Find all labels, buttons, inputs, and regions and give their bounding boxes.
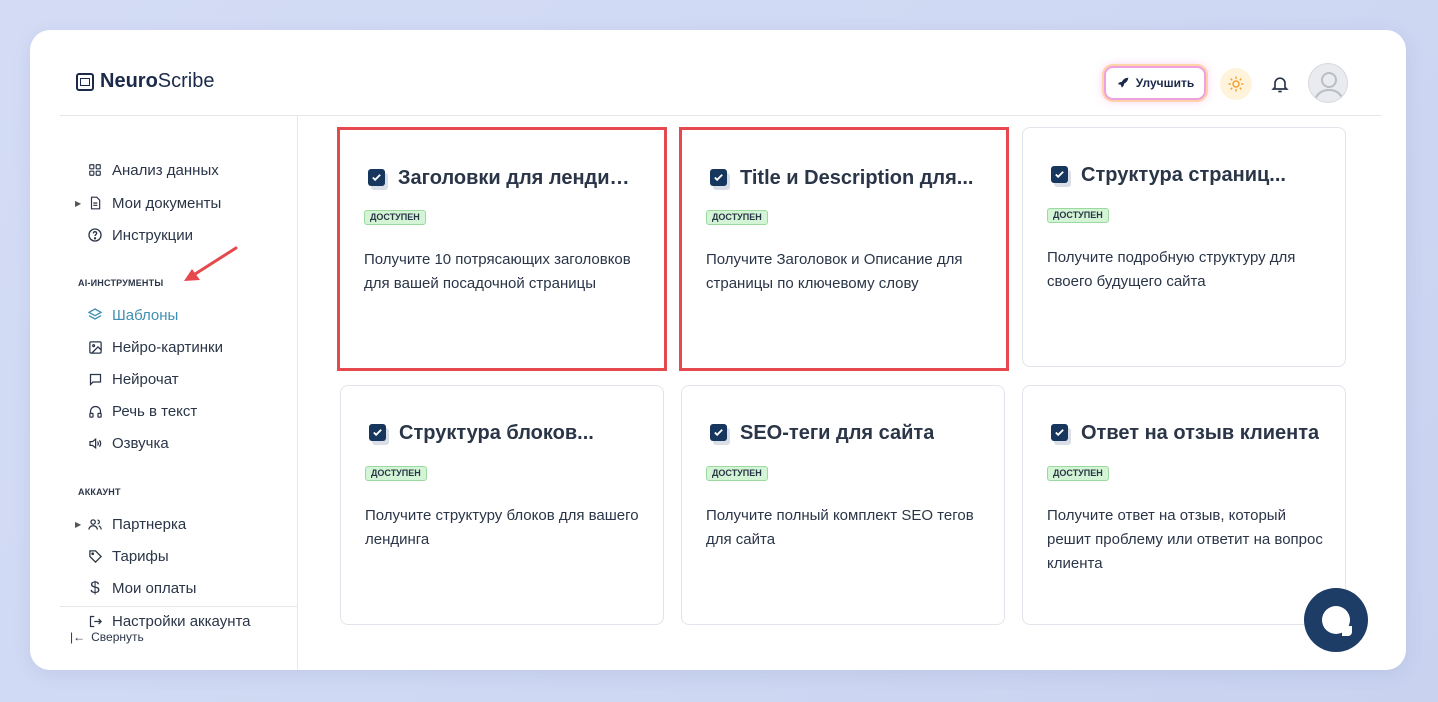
sidebar-item-my-documents[interactable]: ▶ Мои документы: [60, 191, 298, 215]
upgrade-button[interactable]: Улучшить: [1104, 66, 1206, 100]
checkbox-icon: [1051, 165, 1071, 187]
sidebar-item-neuro-images[interactable]: Нейро-картинки: [60, 335, 298, 359]
sidebar: Анализ данных ▶ Мои документы Инструкции…: [60, 116, 298, 670]
logout-icon: [86, 612, 104, 630]
card-description: Получите 10 потрясающих заголовков для в…: [364, 251, 631, 292]
header: NeuroScribe Улучшить: [30, 30, 1406, 116]
sidebar-item-label: Анализ данных: [112, 161, 219, 179]
chat-support-button[interactable]: [1304, 588, 1368, 652]
tag-icon: [86, 547, 104, 565]
status-badge: ДОСТУПЕН: [706, 466, 768, 481]
caret-right-icon: ▶: [75, 519, 82, 529]
rocket-icon: [1117, 77, 1129, 88]
sidebar-item-data-analysis[interactable]: Анализ данных: [60, 158, 298, 182]
status-badge: ДОСТУПЕН: [1047, 208, 1109, 223]
sidebar-item-label: Партнерка: [112, 515, 187, 533]
section-label-account: АККАУНТ: [78, 487, 121, 497]
checkbox-icon: [368, 168, 388, 190]
sidebar-item-label: Шаблоны: [112, 306, 179, 324]
avatar[interactable]: [1308, 63, 1348, 103]
sidebar-item-label: Мои оплаты: [112, 579, 197, 597]
sidebar-divider: [60, 606, 298, 607]
sidebar-item-label: Настройки аккаунта: [112, 612, 251, 630]
card-title: Заголовки для лендинга: [398, 167, 638, 189]
sidebar-item-my-payments[interactable]: $ Мои оплаты: [60, 576, 298, 600]
status-badge: ДОСТУПЕН: [365, 466, 427, 481]
document-icon: [86, 194, 104, 212]
caret-right-icon: ▶: [75, 198, 82, 208]
logo-light-text: Scribe: [157, 70, 215, 92]
dollar-icon: $: [90, 578, 100, 597]
sidebar-item-templates[interactable]: Шаблоны: [60, 303, 298, 327]
sidebar-item-label: Тарифы: [112, 547, 169, 565]
notifications-button[interactable]: [1266, 70, 1294, 98]
card-title: Title и Description для...: [740, 167, 974, 189]
theme-toggle[interactable]: [1220, 68, 1252, 100]
layers-icon: [86, 306, 104, 324]
template-card-landing-headlines[interactable]: Заголовки для лендинга ДОСТУПЕН Получите…: [337, 127, 667, 371]
sidebar-item-partner[interactable]: ▶ Партнерка: [60, 512, 298, 536]
card-description: Получите структуру блоков для вашего лен…: [365, 507, 639, 548]
template-card-title-description[interactable]: Title и Description для... ДОСТУПЕН Полу…: [679, 127, 1009, 371]
checkbox-icon: [369, 423, 389, 445]
section-label-ai-tools: AI-ИНСТРУМЕНТЫ: [78, 278, 164, 288]
status-badge: ДОСТУПЕН: [364, 210, 426, 225]
upgrade-label: Улучшить: [1135, 76, 1195, 90]
sidebar-item-voiceover[interactable]: Озвучка: [60, 431, 298, 455]
status-badge: ДОСТУПЕН: [1047, 466, 1109, 481]
logo[interactable]: NeuroScribe: [76, 70, 215, 93]
sidebar-item-label: Инструкции: [112, 226, 194, 244]
sidebar-item-label: Нейрочат: [112, 370, 179, 388]
card-description: Получите ответ на отзыв, который решит п…: [1047, 507, 1323, 572]
card-title: Структура страниц...: [1081, 164, 1286, 186]
template-card-page-structure[interactable]: Структура страниц... ДОСТУПЕН Получите п…: [1022, 127, 1346, 367]
users-icon: [86, 515, 104, 533]
sidebar-item-instructions[interactable]: Инструкции: [60, 223, 298, 247]
sun-icon: [1228, 76, 1244, 92]
sidebar-item-tariffs[interactable]: Тарифы: [60, 544, 298, 568]
template-card-review-reply[interactable]: Ответ на отзыв клиента ДОСТУПЕН Получите…: [1022, 385, 1346, 625]
headphones-icon: [86, 402, 104, 420]
checkbox-icon: [710, 168, 730, 190]
collapse-icon: |←: [70, 630, 86, 644]
card-title: Структура блоков...: [399, 422, 594, 444]
app-window: NeuroScribe Улучшить Анализ данных ▶ Мои…: [30, 30, 1406, 670]
card-title: Ответ на отзыв клиента: [1081, 422, 1320, 444]
logo-icon: [76, 72, 94, 91]
grid-icon: [86, 161, 104, 179]
sidebar-item-label: Озвучка: [112, 434, 169, 452]
card-description: Получите полный комплект SEO тегов для с…: [706, 507, 974, 548]
checkbox-icon: [1051, 423, 1071, 445]
template-card-block-structure[interactable]: Структура блоков... ДОСТУПЕН Получите ст…: [340, 385, 664, 625]
image-icon: [86, 338, 104, 356]
chat-bubble-icon: [1322, 606, 1352, 636]
sidebar-item-neurochat[interactable]: Нейрочат: [60, 367, 298, 391]
checkbox-icon: [710, 423, 730, 445]
sidebar-item-label: Нейро-картинки: [112, 338, 223, 356]
bell-icon: [1271, 77, 1289, 93]
user-avatar-icon: [1314, 72, 1344, 101]
template-card-seo-tags[interactable]: SEO-теги для сайта ДОСТУПЕН Получите пол…: [681, 385, 1005, 625]
logo-bold-text: Neuro: [100, 70, 158, 92]
sidebar-item-label: Мои документы: [112, 194, 222, 212]
collapse-label: Свернуть: [91, 630, 144, 644]
help-circle-icon: [86, 226, 104, 244]
sidebar-item-speech-to-text[interactable]: Речь в текст: [60, 399, 298, 423]
sidebar-item-label: Речь в текст: [112, 402, 198, 420]
card-description: Получите подробную структуру для своего …: [1047, 249, 1296, 290]
speaker-icon: [86, 434, 104, 452]
status-badge: ДОСТУПЕН: [706, 210, 768, 225]
collapse-sidebar-button[interactable]: |← Свернуть: [70, 630, 144, 644]
chat-icon: [86, 370, 104, 388]
arrow-annotation-icon: [184, 246, 238, 281]
card-description: Получите Заголовок и Описание для страни…: [706, 251, 963, 292]
card-title: SEO-теги для сайта: [740, 422, 935, 444]
